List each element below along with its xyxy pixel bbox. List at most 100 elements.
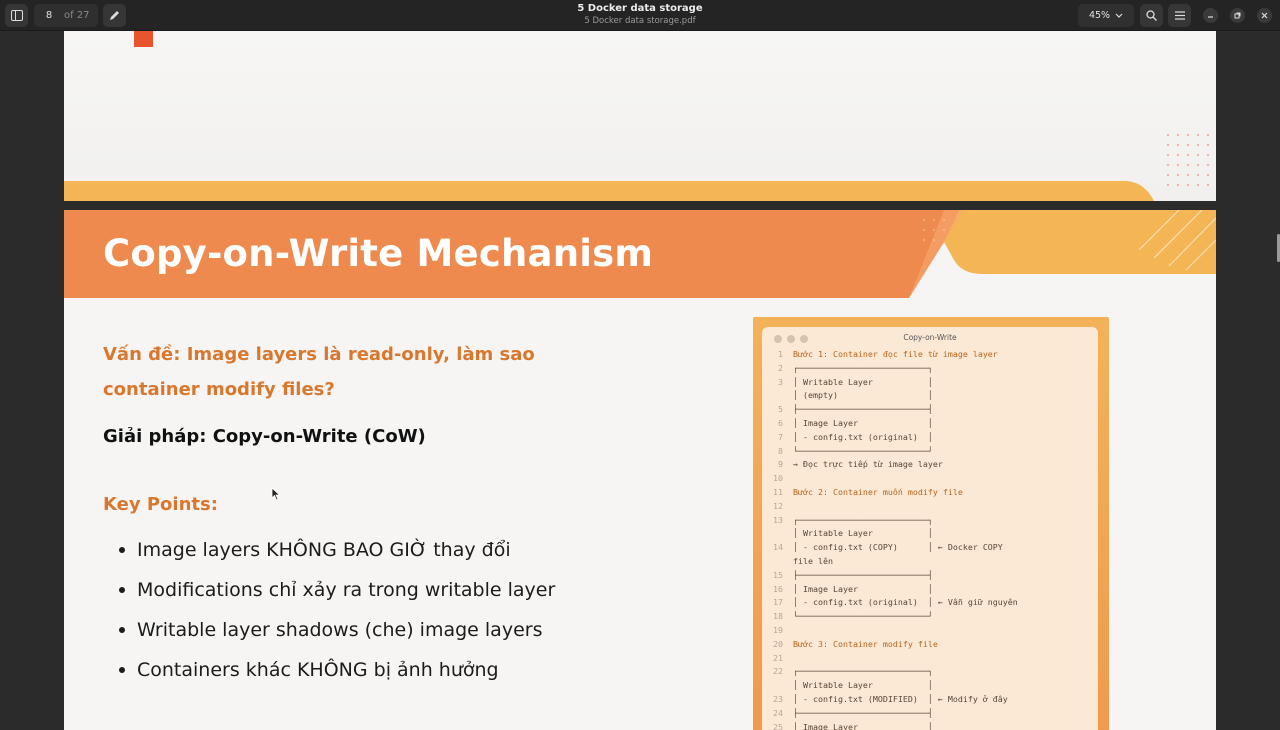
code-text: Bước 1: Container đọc file từ image laye… [793,349,998,359]
line-number: 9 [778,459,783,470]
line-number: 21 [773,652,783,663]
code-window-title: Copy-on-Write [903,333,957,342]
sidebar-toggle-button[interactable] [5,4,28,27]
code-line: 16 │ Image Layer │ [762,583,1098,597]
line-number: 22 [773,666,783,677]
bullet-dot [119,667,125,673]
minimize-button[interactable] [1203,8,1218,23]
code-text: │ Writable Layer │ [793,680,933,691]
minimize-icon [1208,16,1213,18]
line-number [762,679,793,693]
slide-title: Copy-on-Write Mechanism [103,232,654,275]
code-line: 3 │ Writable Layer │ [762,376,1098,390]
restore-icon [1234,12,1241,19]
header-bar: 8 of 27 5 Docker data storage 5 Docker d… [0,0,1280,31]
code-line: │ Writable Layer │ [762,679,1098,693]
code-line: 2 ┌──────────────────────────┐ [762,362,1098,376]
document-title: 5 Docker data storage [577,3,703,14]
pdf-page-previous [64,31,1216,201]
line-number: 15 [773,569,783,580]
page-number-input[interactable]: 8 [34,10,64,21]
code-text: ┌──────────────────────────┐ [793,514,933,525]
annotate-pen-icon [110,11,119,20]
page-total-label: of 27 [64,10,90,21]
code-text: ┌──────────────────────────┐ [793,362,933,373]
code-text: └──────────────────────────┘ [793,445,933,456]
bullet-dot [119,627,125,633]
line-number: 8 [778,445,783,456]
close-icon [1261,12,1268,19]
code-text: │ Image Layer │ [793,583,933,594]
code-text: file lên [793,555,833,566]
restore-button[interactable] [1230,8,1245,23]
sidebar-toggle-icon [10,10,23,21]
pdf-page-current: Copy-on-Write Mechanism Vấn đề: Image la… [64,210,1216,730]
bullet-dot [119,587,125,593]
line-number: 6 [778,417,783,428]
line-number: 12 [773,500,783,511]
line-number [762,389,793,403]
zoom-dropdown[interactable]: 45% [1078,4,1134,27]
code-line: 15 ├──────────────────────────┤ [762,569,1098,583]
line-number: 25 [773,721,783,730]
line-number: 7 [778,431,783,442]
code-text: │ - config.txt (COPY) │ ← Docker COPY [793,542,1003,553]
key-points-heading: Key Points: [103,494,218,515]
code-line: 25 │ Image Layer │ [762,721,1098,730]
code-text: │ (empty) │ [793,390,933,401]
bullet-dot [119,547,125,553]
list-item: Image layers KHÔNG BAO GIỜ thay đổi [119,530,555,570]
code-text: │ Writable Layer │ [793,528,933,539]
line-number: 23 [773,693,783,704]
search-button[interactable] [1140,4,1163,27]
code-line: 5 ├──────────────────────────┤ [762,403,1098,417]
red-square-decoration [134,31,153,47]
code-window: Copy-on-Write 1 Bước 1: Container đọc fil… [762,327,1098,730]
code-line: 8 └──────────────────────────┘ [762,445,1098,459]
line-number: 5 [778,404,783,415]
code-text: │ - config.txt (MODIFIED) │ ← Modify ở đ… [793,693,1008,704]
code-text: Bước 3: Container modify file [793,638,938,649]
code-window-titlebar: Copy-on-Write [762,327,1098,348]
code-line: 17 │ - config.txt (original) │ ← Vẫn giữ … [762,596,1098,610]
code-text: Bước 2: Container muốn modify file [793,486,963,497]
line-number: 24 [773,707,783,718]
annotate-button[interactable] [103,4,126,27]
problem-statement: Vấn đề: Image layers là read-only, làm s… [103,344,535,400]
code-line: │ (empty) │ [762,389,1098,403]
line-number: 13 [773,514,783,525]
code-block: 1 Bước 1: Container đọc file từ image lay… [762,348,1098,730]
mouse-cursor-icon [271,487,281,501]
menu-button[interactable] [1168,4,1191,27]
line-number: 17 [773,597,783,608]
code-panel-frame: Copy-on-Write 1 Bước 1: Container đọc fil… [753,317,1109,730]
line-number: 1 [778,349,783,359]
code-line: 6 │ Image Layer │ [762,417,1098,431]
footer-band-decoration [64,181,1154,201]
page-number-box[interactable]: 8 of 27 [34,4,98,27]
code-line: 7 │ - config.txt (original) │ [762,431,1098,445]
line-number: 10 [773,473,783,484]
close-button[interactable] [1257,8,1272,23]
document-view[interactable]: Copy-on-Write Mechanism Vấn đề: Image la… [0,31,1280,730]
line-number: 14 [773,542,783,553]
code-text: │ Image Layer │ [793,721,933,730]
line-number: 20 [773,638,783,649]
chevron-down-icon [1115,13,1123,18]
code-line: 9 → Đọc trực tiếp từ image layer [762,458,1098,472]
code-line: 20 Bước 3: Container modify file [762,638,1098,652]
line-number [762,555,793,569]
line-number: 18 [773,611,783,622]
code-text: │ Image Layer │ [793,417,933,428]
code-line: 14 │ - config.txt (COPY) │ ← Docker COPY [762,541,1098,555]
code-line: 22 ┌──────────────────────────┐ [762,665,1098,679]
list-item: Writable layer shadows (che) image layer… [119,610,555,650]
line-number: 16 [773,583,783,594]
list-item: Containers khác KHÔNG bị ảnh hưởng [119,650,555,690]
code-text: └──────────────────────────┘ [793,611,933,622]
window-title: 5 Docker data storage 5 Docker data stor… [440,3,840,27]
line-number: 11 [773,486,783,497]
code-line: 12 [762,500,1098,514]
solution-statement: Giải pháp: Copy-on-Write (CoW) [103,426,426,447]
list-item: Modifications chỉ xảy ra trong writable … [119,570,555,610]
